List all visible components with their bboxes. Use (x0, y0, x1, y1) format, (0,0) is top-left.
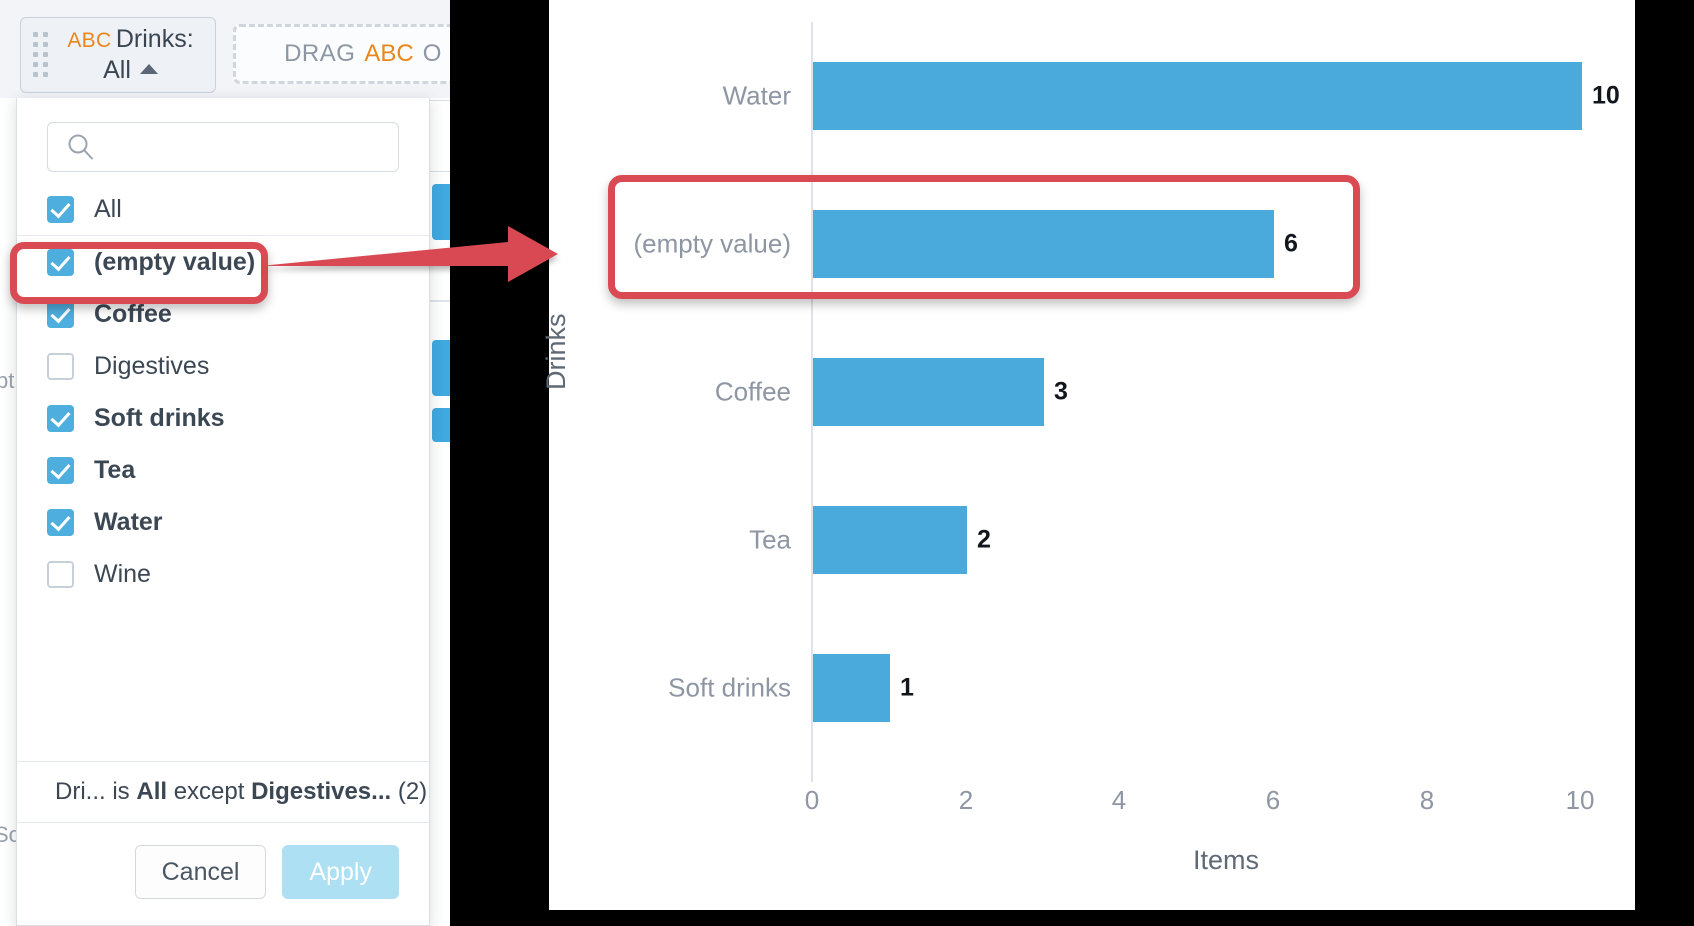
bar-chart: Water (empty value) Coffee Tea Soft drin… (541, 0, 1635, 910)
checkbox-checked-icon[interactable] (47, 248, 74, 276)
filter-list-item-water[interactable]: Water (17, 496, 429, 548)
y-axis-title: Drinks (541, 313, 571, 390)
filter-list-item-label: (empty value) (94, 247, 256, 276)
y-tick-label: Water (722, 80, 791, 111)
filter-list-item-label: Wine (94, 559, 151, 588)
checkbox-unchecked-icon[interactable] (47, 560, 74, 588)
left-application-panel: pt So ABC Drinks: All DRAG ABC O All (em… (0, 0, 450, 926)
x-tick-label: 6 (1265, 785, 1281, 815)
summary-count: (2) (397, 778, 428, 805)
y-tick-label: Soft drinks (668, 672, 791, 703)
bar-value-label: 2 (977, 525, 991, 554)
filter-list-item-label: All (94, 195, 122, 223)
filter-list-item-digestives[interactable]: Digestives (17, 340, 429, 392)
summary-verb: is (112, 778, 130, 805)
summary-field: Dri... (55, 778, 106, 805)
background-label-left-mid: pt (0, 368, 15, 393)
bar-water[interactable] (813, 62, 1582, 130)
drag-drop-target[interactable]: DRAG ABC O (233, 24, 450, 84)
search-box[interactable] (47, 122, 399, 172)
drop-zone-trailing-label: O (422, 40, 442, 67)
x-tick-label: 10 (1565, 785, 1595, 815)
filter-list-item-label: Tea (94, 455, 136, 484)
chart-panel: Water (empty value) Coffee Tea Soft drin… (541, 0, 1694, 926)
bar-soft-drinks[interactable] (813, 654, 890, 722)
y-tick-label: Tea (749, 524, 791, 555)
filter-list-item-label: Coffee (94, 299, 172, 328)
bar-value-label: 1 (900, 673, 914, 702)
screenshot-root: pt So ABC Drinks: All DRAG ABC O All (em… (0, 0, 1694, 926)
filter-dropdown-panel: All (empty value) Coffee Digestives Soft (16, 98, 430, 926)
drop-zone-drag-label: DRAG (284, 40, 356, 67)
x-tick-label: 2 (958, 785, 974, 815)
apply-button[interactable]: Apply (282, 845, 399, 899)
filter-value-list: All (empty value) Coffee Digestives Soft (17, 178, 429, 761)
chart-canvas: Water (empty value) Coffee Tea Soft drin… (541, 0, 1635, 910)
filter-list-item-label: Soft drinks (94, 403, 225, 432)
summary-mode: All (136, 778, 168, 805)
filter-pill-text: ABC Drinks: All (52, 24, 215, 87)
checkbox-unchecked-icon[interactable] (47, 352, 74, 380)
y-tick-label: Coffee (714, 376, 791, 407)
abc-type-icon: ABC (364, 40, 414, 67)
filter-list-item-tea[interactable]: Tea (17, 444, 429, 496)
bar-coffee[interactable] (813, 358, 1044, 426)
filter-list-item-wine[interactable]: Wine (17, 548, 429, 600)
filter-pill-title: Drinks: (115, 24, 194, 53)
search-input[interactable] (48, 123, 398, 171)
filter-pill-drinks[interactable]: ABC Drinks: All (20, 17, 216, 93)
dropdown-actions: Cancel Apply (17, 823, 429, 925)
checkbox-checked-icon[interactable] (47, 508, 74, 536)
filter-summary-text: Dri... is All except Digestives... (2) (55, 778, 427, 806)
drag-handle-icon[interactable] (30, 32, 52, 78)
filter-list-item-label: Water (94, 507, 163, 536)
filter-pill-value-row: All (52, 55, 209, 87)
filter-list-item-soft-drinks[interactable]: Soft drinks (17, 392, 429, 444)
bar-tea[interactable] (813, 506, 967, 574)
filter-summary: Dri... is All except Digestives... (2) (17, 761, 429, 823)
search-row (17, 98, 429, 178)
bar-value-label: 6 (1284, 229, 1298, 258)
checkbox-checked-icon[interactable] (47, 456, 74, 484)
filter-list-item-all[interactable]: All (17, 184, 429, 236)
bar-empty-value[interactable] (813, 210, 1274, 278)
filter-list-item-coffee[interactable]: Coffee (17, 288, 429, 340)
filter-pill-value: All (103, 56, 131, 84)
checkbox-checked-icon[interactable] (47, 196, 74, 223)
summary-excluded: Digestives... (251, 778, 392, 805)
bar-value-label: 3 (1054, 377, 1068, 406)
x-tick-label: 8 (1419, 785, 1435, 815)
filter-list-item-label: Digestives (94, 351, 210, 380)
summary-except: except (173, 778, 245, 805)
chevron-up-icon[interactable] (139, 63, 158, 74)
filter-list-item-empty-value[interactable]: (empty value) (17, 236, 429, 288)
x-tick-label: 4 (1111, 785, 1127, 815)
x-tick-label: 0 (804, 785, 820, 815)
background-legend-swatch (432, 340, 450, 396)
background-legend-swatch (432, 184, 450, 240)
abc-type-icon: ABC (67, 28, 112, 52)
x-axis-title: Items (1192, 845, 1259, 875)
background-legend-swatch (432, 408, 450, 442)
cancel-button[interactable]: Cancel (134, 845, 267, 899)
checkbox-checked-icon[interactable] (47, 404, 74, 432)
bar-value-label: 10 (1592, 81, 1620, 110)
checkbox-checked-icon[interactable] (47, 300, 74, 328)
y-tick-label: (empty value) (633, 228, 792, 259)
